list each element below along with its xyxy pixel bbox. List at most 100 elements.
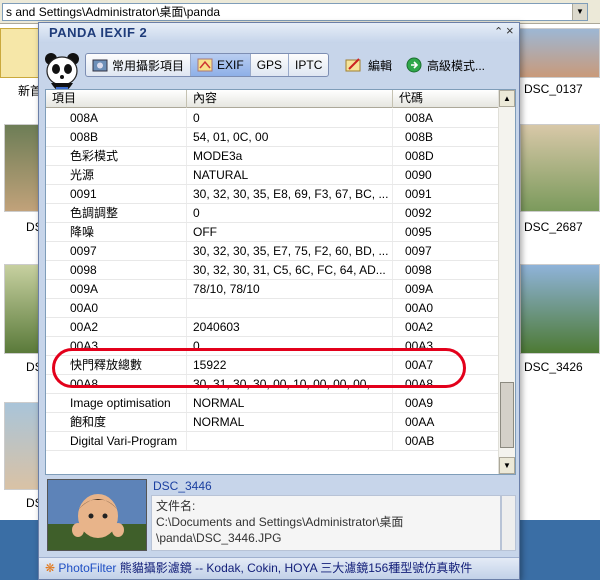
photo-thumbnail[interactable] xyxy=(4,264,40,354)
photo-thumbnail[interactable] xyxy=(520,124,600,212)
tab-label: IPTC xyxy=(295,58,323,72)
address-input[interactable]: s and Settings\Administrator\桌面\panda ▼ xyxy=(2,3,588,21)
tab-label: 常用攝影項目 xyxy=(112,58,185,73)
tab-group: 常用攝影項目 EXIF GPS IPTC xyxy=(85,53,330,77)
row-item-cell: 00A0 xyxy=(46,299,187,317)
row-code-cell: 00A0 xyxy=(393,299,499,317)
row-code-cell: 008D xyxy=(393,147,499,165)
table-header: 項目 內容 代碼 xyxy=(46,90,499,108)
row-content-cell: MODE3a xyxy=(187,147,393,165)
row-item-cell: 0098 xyxy=(46,261,187,279)
photo-thumbnail[interactable] xyxy=(4,124,40,212)
file-info-box: 文件名: C:\Documents and Settings\Administr… xyxy=(151,495,501,551)
row-code-cell: 0098 xyxy=(393,261,499,279)
photo-thumbnail[interactable] xyxy=(520,264,600,354)
column-header-code[interactable]: 代碼 xyxy=(393,90,499,108)
window-title: PANDA IEXIF 2 xyxy=(49,25,148,40)
table-row[interactable]: 0091 30, 32, 30, 35, E8, 69, F3, 67, BC, … xyxy=(46,185,499,204)
address-dropdown-button[interactable]: ▼ xyxy=(572,4,587,20)
folder-thumbnail[interactable] xyxy=(0,28,40,78)
row-content-cell: 30, 32, 30, 35, E7, 75, F2, 60, BD, ... xyxy=(187,242,393,260)
column-header-item[interactable]: 項目 xyxy=(46,90,187,108)
scroll-up-icon[interactable]: ▲ xyxy=(499,90,515,107)
info-scrollbar[interactable] xyxy=(501,495,516,551)
column-header-content[interactable]: 內容 xyxy=(187,90,393,108)
row-item-cell: 0091 xyxy=(46,185,187,203)
table-row[interactable]: 色調調整 0 0092 xyxy=(46,204,499,223)
flower-icon: ❋ xyxy=(45,561,56,575)
thumbnail-label: DSC_2687 xyxy=(524,220,583,234)
address-path: s and Settings\Administrator\桌面\panda xyxy=(6,5,221,19)
row-content-cell: NORMAL xyxy=(187,394,393,412)
table-scrollbar[interactable]: ▲ ▼ xyxy=(498,90,515,474)
row-content-cell: NORMAL xyxy=(187,413,393,431)
row-content-cell xyxy=(187,432,393,450)
file-info-label: 文件名: xyxy=(156,499,196,513)
row-item-cell: 色彩模式 xyxy=(46,147,187,165)
row-content-cell: 30, 32, 30, 31, C5, 6C, FC, 64, AD... xyxy=(187,261,393,279)
table-row[interactable]: 00A2 2040603 00A2 xyxy=(46,318,499,337)
photo-thumbnail[interactable] xyxy=(516,28,600,78)
table-row[interactable]: 00A0 00A0 xyxy=(46,299,499,318)
preview-panel: DSC_3446 文件名: C:\Documents and Settings\… xyxy=(45,477,516,553)
row-code-cell: 0090 xyxy=(393,166,499,184)
title-bar[interactable]: PANDA IEXIF 2 ⌃ × xyxy=(39,23,519,43)
file-path-line-2: \panda\DSC_3446.JPG xyxy=(156,531,282,545)
edit-label: 編輯 xyxy=(368,58,393,73)
row-code-cell: 00AB xyxy=(393,432,499,450)
tab-exif[interactable]: EXIF xyxy=(191,54,251,76)
row-content-cell: 54, 01, 0C, 00 xyxy=(187,128,393,146)
table-row[interactable]: 0097 30, 32, 30, 35, E7, 75, F2, 60, BD, … xyxy=(46,242,499,261)
row-code-cell: 00AA xyxy=(393,413,499,431)
table-rows: 008A 0 008A 008B 54, 01, 0C, 00 008B 色彩模式 MODE3… xyxy=(46,109,499,451)
row-content-cell: 0 xyxy=(187,204,393,222)
scroll-thumb[interactable] xyxy=(500,382,514,448)
file-path-line-1: C:\Documents and Settings\Administrator\… xyxy=(156,515,404,529)
thumbnail-label: DSC_3426 xyxy=(524,360,583,374)
table-row[interactable]: 飽和度 NORMAL 00AA xyxy=(46,413,499,432)
row-item-cell: 0097 xyxy=(46,242,187,260)
row-code-cell: 008B xyxy=(393,128,499,146)
exif-table: 項目 內容 代碼 008A 0 008A 008B 54, 01, 0C, 00 008B… xyxy=(45,89,516,475)
table-row[interactable]: 0098 30, 32, 30, 31, C5, 6C, FC, 64, AD..… xyxy=(46,261,499,280)
preview-filename: DSC_3446 xyxy=(153,479,212,493)
table-row[interactable]: 008A 0 008A xyxy=(46,109,499,128)
row-code-cell: 0095 xyxy=(393,223,499,241)
close-icon[interactable]: × xyxy=(506,23,514,38)
edit-button[interactable]: 編輯 xyxy=(345,53,392,77)
camera-info-icon xyxy=(92,59,108,72)
table-row[interactable]: 光源 NATURAL 0090 xyxy=(46,166,499,185)
row-content-cell: 2040603 xyxy=(187,318,393,336)
thumbnail-label: DSC_0137 xyxy=(524,82,583,96)
row-code-cell: 0097 xyxy=(393,242,499,260)
tab-label: GPS xyxy=(256,58,283,72)
footer-banner[interactable]: ❋ PhotoFilter 熊貓攝影濾鏡 -- Kodak, Cokin, HO… xyxy=(39,557,519,579)
tab-iptc[interactable]: IPTC xyxy=(289,54,328,76)
photo-preview xyxy=(47,479,147,551)
table-row[interactable]: 降噪 OFF 0095 xyxy=(46,223,499,242)
tab-gps[interactable]: GPS xyxy=(251,54,290,76)
table-row[interactable]: Image optimisation NORMAL 00A9 xyxy=(46,394,499,413)
row-code-cell: 0092 xyxy=(393,204,499,222)
row-item-cell: 飽和度 xyxy=(46,413,187,431)
row-content-cell xyxy=(187,299,393,317)
table-row[interactable]: 色彩模式 MODE3a 008D xyxy=(46,147,499,166)
address-toolbar: s and Settings\Administrator\桌面\panda ▼ xyxy=(0,0,600,24)
scroll-down-icon[interactable]: ▼ xyxy=(499,457,515,474)
collapse-icon[interactable]: ⌃ xyxy=(494,25,503,38)
edit-icon xyxy=(345,58,361,72)
row-content-cell: 78/10, 78/10 xyxy=(187,280,393,298)
table-row[interactable]: 009A 78/10, 78/10 009A xyxy=(46,280,499,299)
row-item-cell: 008A xyxy=(46,109,187,127)
table-row[interactable]: 008B 54, 01, 0C, 00 008B xyxy=(46,128,499,147)
table-row[interactable]: Digital Vari-Program 00AB xyxy=(46,432,499,451)
row-content-cell: NATURAL xyxy=(187,166,393,184)
exif-icon xyxy=(197,58,213,72)
photo-thumbnail[interactable] xyxy=(4,402,40,490)
advanced-mode-button[interactable]: 高級模式... xyxy=(406,53,485,77)
row-code-cell: 008A xyxy=(393,109,499,127)
tab-common-photo-items[interactable]: 常用攝影項目 xyxy=(86,54,192,76)
red-highlight-annotation xyxy=(52,348,466,388)
footer-brand: PhotoFilter xyxy=(58,561,117,575)
row-item-cell: Digital Vari-Program xyxy=(46,432,187,450)
